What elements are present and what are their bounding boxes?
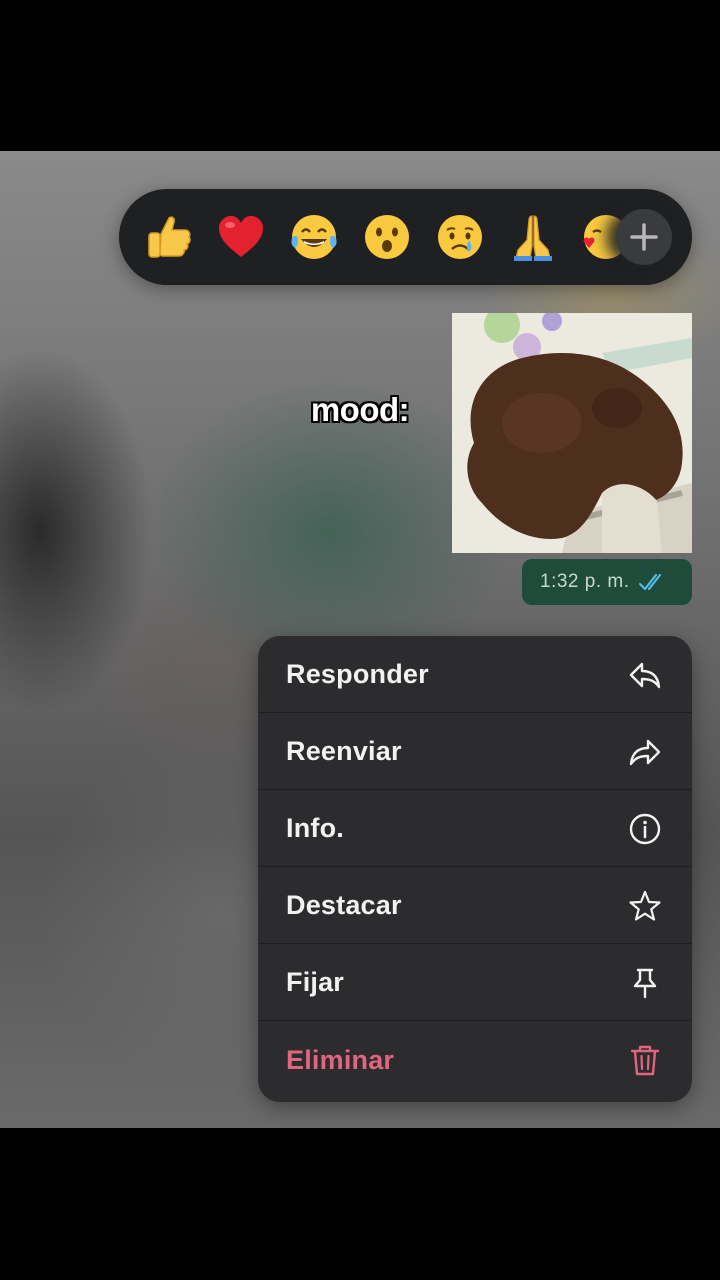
message-context-menu: Responder Reenviar Info. Destacar Fijar …	[258, 636, 692, 1102]
menu-item-label: Reenviar	[286, 735, 402, 766]
surprised-face-icon	[365, 215, 409, 259]
info-icon	[628, 812, 662, 846]
double-check-icon	[638, 572, 666, 592]
menu-item-pin[interactable]: Fijar	[258, 944, 692, 1021]
reaction-thumbs-up[interactable]	[141, 210, 195, 264]
menu-item-reply[interactable]: Responder	[258, 636, 692, 713]
tears-of-joy-icon	[291, 215, 337, 259]
heart-icon	[219, 216, 263, 257]
menu-item-star[interactable]: Destacar	[258, 867, 692, 944]
bottom-letterbox	[0, 1128, 720, 1280]
pin-icon	[628, 966, 662, 1000]
more-reactions-button[interactable]	[616, 209, 672, 265]
message-meta: 1:32 p. m.	[522, 559, 692, 605]
message-timestamp: 1:32 p. m.	[540, 571, 630, 592]
reaction-surprised-face[interactable]	[360, 210, 414, 264]
reaction-red-heart[interactable]	[214, 210, 268, 264]
top-letterbox	[0, 0, 720, 151]
reaction-tears-of-joy[interactable]	[287, 210, 341, 264]
thumbs-up-icon	[148, 216, 191, 258]
reply-icon	[628, 658, 662, 692]
forward-icon	[628, 735, 662, 769]
bear-photo-icon	[452, 313, 692, 553]
menu-item-info[interactable]: Info.	[258, 790, 692, 867]
menu-item-delete[interactable]: Eliminar	[258, 1021, 692, 1099]
menu-item-label: Fijar	[286, 966, 345, 997]
plus-icon	[630, 223, 658, 251]
crying-face-icon	[438, 215, 482, 259]
reaction-crying-face[interactable]	[433, 210, 487, 264]
reaction-bar	[119, 189, 692, 285]
reaction-folded-hands[interactable]	[506, 210, 560, 264]
menu-item-label: Info.	[286, 812, 344, 843]
menu-item-forward[interactable]: Reenviar	[258, 713, 692, 790]
star-icon	[628, 889, 662, 923]
menu-item-label: Destacar	[286, 889, 402, 920]
message-photo[interactable]	[452, 313, 692, 553]
folded-hands-icon	[514, 215, 552, 261]
trash-icon	[628, 1043, 662, 1077]
menu-item-label: Responder	[286, 658, 429, 689]
menu-item-label: Eliminar	[286, 1044, 395, 1075]
chat-background: mood: 1:32 p. m. Responder Reenviar Info…	[0, 151, 720, 1128]
video-caption: mood:	[310, 391, 410, 428]
